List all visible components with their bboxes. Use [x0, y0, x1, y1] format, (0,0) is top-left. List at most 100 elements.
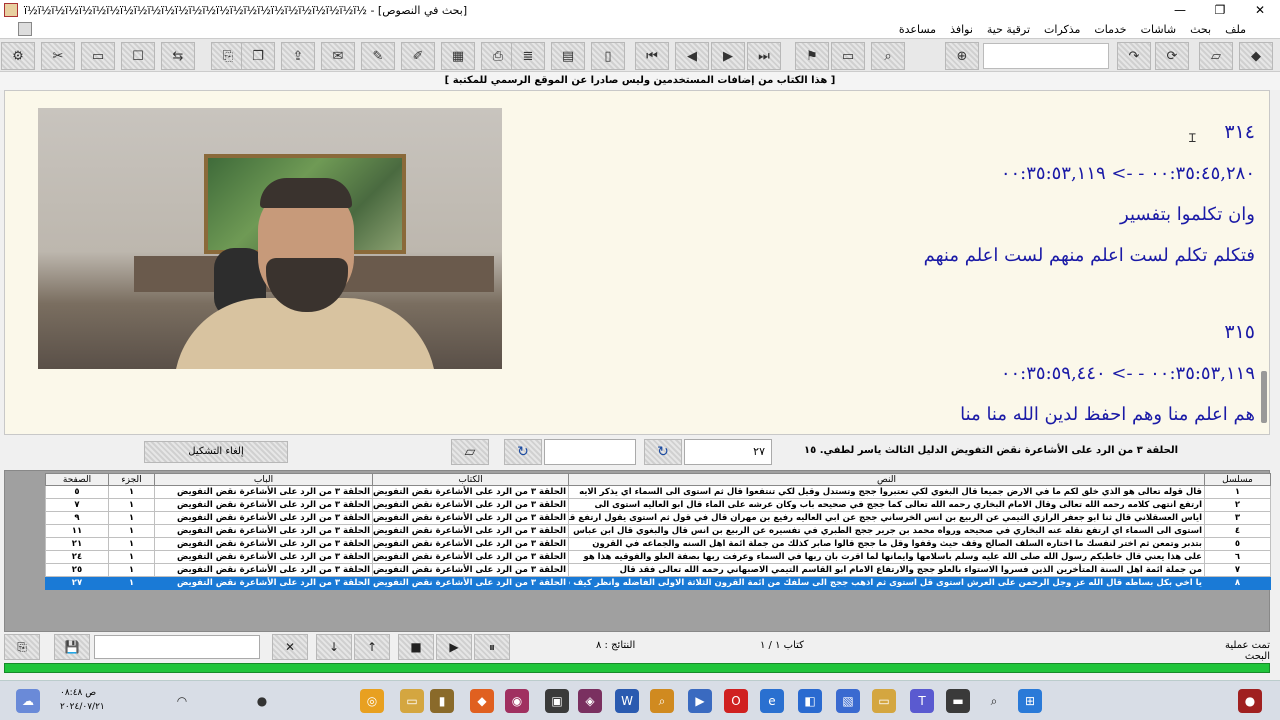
app-orange-icon[interactable]: ◆ [470, 689, 494, 713]
app-photo-icon[interactable]: ▧ [836, 689, 860, 713]
col-serial[interactable]: مسلسل [1204, 473, 1271, 486]
up-icon[interactable]: ↑ [354, 634, 390, 660]
app-dark-icon[interactable]: ▣ [545, 689, 569, 713]
system-menu-icon[interactable] [18, 22, 32, 36]
table-row[interactable]: ٦ على هذا يعني قال خاطبكم رسول الله صلى ا… [45, 550, 1271, 564]
minimize-button[interactable]: — [1160, 0, 1200, 20]
cell-text: اياس العسقلاني قال ثنا ابو جعفر الرازي ا… [568, 511, 1205, 525]
toolbar-export-icon[interactable]: ⇪ [281, 42, 315, 70]
system-clock[interactable]: ص ٠٨:٤٨ ٢٠٢٤/٠٧/٢١ [60, 686, 105, 714]
menu-notes[interactable]: مذكرات [1044, 23, 1080, 36]
remove-diacritics-button[interactable]: إلغاء التشكيل [144, 441, 288, 463]
wifi-icon[interactable]: ◠ [170, 689, 194, 713]
app-store-icon[interactable]: ◧ [798, 689, 822, 713]
menu-windows[interactable]: نوافذ [950, 23, 973, 36]
app-pink-icon[interactable]: ◉ [505, 689, 529, 713]
menu-file[interactable]: ملف [1225, 23, 1246, 36]
toolbar-grid-icon[interactable]: ▦ [441, 42, 475, 70]
table-row[interactable]: ٨ يا اخي بكل بساطه قال الله عز وجل الرحمن… [45, 576, 1271, 590]
toolbar-bookmark-icon[interactable]: ⚑ [795, 42, 829, 70]
maximize-button[interactable]: ❐ [1200, 0, 1240, 20]
search-icon[interactable]: ⌕ [982, 689, 1006, 713]
toolbar-pen-icon[interactable]: ✎ [361, 42, 395, 70]
page-number-field[interactable]: ٢٧ [684, 439, 772, 465]
toolbar-library-icon[interactable]: ◆ [1239, 42, 1273, 70]
toolbar-paste-icon[interactable]: ❐ [241, 42, 275, 70]
secondary-field[interactable] [544, 439, 636, 465]
toolbar-book-icon[interactable]: ▭ [81, 42, 115, 70]
bottom-input[interactable] [94, 635, 260, 659]
col-text[interactable]: النص [568, 473, 1205, 486]
export-icon[interactable]: ⎘ [4, 634, 40, 660]
toolbar-eraser-icon[interactable]: ▱ [1199, 42, 1233, 70]
toolbar-mail-icon[interactable]: ✉ [321, 42, 355, 70]
col-chapter[interactable]: الباب [154, 473, 373, 486]
reload-icon[interactable]: ↻ [504, 439, 542, 465]
menu-screens[interactable]: شاشات [1141, 23, 1177, 36]
clear-icon[interactable]: ✕ [272, 634, 308, 660]
col-part[interactable]: الجزء [108, 473, 155, 486]
text-viewer[interactable]: Ɪ ٣١٤ ٠٠:٣٥:٤٥,٢٨٠ - -> ٠٠:٣٥:٥٣,١١٩ وان… [4, 90, 1270, 435]
app-search-icon[interactable]: ⌕ [650, 689, 674, 713]
save-icon[interactable]: 💾 [54, 634, 90, 660]
app-purple-icon[interactable]: ◈ [578, 689, 602, 713]
toolbar-refresh-icon[interactable]: ⟳ [1155, 42, 1189, 70]
table-row[interactable]: ٧ من جملة ائمة اهل السنة المتأخرين الذين … [45, 563, 1271, 577]
toolbar-link-icon[interactable]: ⇆ [161, 42, 195, 70]
toolbar-list-icon[interactable]: ≣ [511, 42, 545, 70]
app-chrome-icon[interactable]: ◎ [360, 689, 384, 713]
app-black-icon[interactable]: ▬ [946, 689, 970, 713]
toolbar-print-icon[interactable]: ⎙ [481, 42, 515, 70]
first-page-icon[interactable]: ⏮ [635, 42, 669, 70]
toolbar-edit-icon[interactable]: ✐ [401, 42, 435, 70]
toolbar-copy-icon[interactable]: ⎘ [211, 42, 245, 70]
table-row[interactable]: ٥ بتدبر وتمعن ثم اختر لنفسك ما اختاره الس… [45, 537, 1271, 551]
menu-upgrade[interactable]: ترقية حية [987, 23, 1030, 36]
toolbar-go-icon[interactable]: ↷ [1117, 42, 1151, 70]
col-page[interactable]: الصفحة [45, 473, 109, 486]
toolbar-new-icon[interactable]: ☐ [121, 42, 155, 70]
teams-icon[interactable]: T [910, 689, 934, 713]
app-library-icon[interactable]: ▮ [430, 689, 454, 713]
table-row[interactable]: ٣ اياس العسقلاني قال ثنا ابو جعفر الرازي … [45, 511, 1271, 525]
table-row[interactable]: ٢ ارتفع انتهى كلامه رحمه الله تعالى وقال … [45, 498, 1271, 512]
viewer-scrollbar[interactable] [1261, 371, 1267, 423]
widgets-icon[interactable]: ☁ [16, 689, 40, 713]
binoculars-icon[interactable]: ⌕ [871, 42, 905, 70]
app-folder-icon[interactable]: ▭ [400, 689, 424, 713]
toolbar-search-input[interactable] [983, 43, 1109, 69]
eraser-icon[interactable]: ▱ [451, 439, 489, 465]
next-page-icon[interactable]: ▶ [711, 42, 745, 70]
menu-help[interactable]: مساعدة [899, 23, 936, 36]
start-icon[interactable]: ⊞ [1018, 689, 1042, 713]
toolbar-folder-icon[interactable]: ▭ [831, 42, 865, 70]
toolbar-tools-icon[interactable]: ✂ [41, 42, 75, 70]
toolbar-page-icon[interactable]: ▤ [551, 42, 585, 70]
stop-icon[interactable]: ■ [398, 634, 434, 660]
menu-services[interactable]: خدمات [1094, 23, 1126, 36]
toolbar-find-icon[interactable]: ⊕ [945, 42, 979, 70]
last-page-icon[interactable]: ⏭ [747, 42, 781, 70]
pause-icon[interactable]: ⏸ [474, 634, 510, 660]
word-icon[interactable]: W [615, 689, 639, 713]
col-book[interactable]: الكتاب [372, 473, 569, 486]
down-icon[interactable]: ↓ [316, 634, 352, 660]
mic-icon[interactable]: ● [250, 689, 274, 713]
table-header-row: مسلسل النص الكتاب الباب الجزء الصفحة [45, 473, 1271, 486]
opera-icon[interactable]: O [724, 689, 748, 713]
prev-page-icon[interactable]: ◀ [675, 42, 709, 70]
cell-part: ١ [108, 511, 155, 525]
menu-search[interactable]: بحث [1190, 23, 1211, 36]
notification-icon[interactable]: ● [1238, 689, 1262, 713]
play-icon[interactable]: ▶ [436, 634, 472, 660]
table-row[interactable]: ٤ استوى الى السماء اي ارتفع نقله عنه البخ… [45, 524, 1271, 538]
toolbar-settings-icon[interactable]: ⚙ [1, 42, 35, 70]
toolbar-open-book-icon[interactable]: ▯ [591, 42, 625, 70]
refresh-icon[interactable]: ↻ [644, 439, 682, 465]
close-button[interactable]: ✕ [1240, 0, 1280, 20]
edge-icon[interactable]: e [760, 689, 784, 713]
explorer-icon[interactable]: ▭ [872, 689, 896, 713]
table-row[interactable]: ١ قال قوله تعالى هو الذي خلق لكم ما في ال… [45, 485, 1271, 499]
results-pane: مسلسل النص الكتاب الباب الجزء الصفحة ١ قا… [4, 470, 1271, 632]
app-blue-icon[interactable]: ▶ [688, 689, 712, 713]
